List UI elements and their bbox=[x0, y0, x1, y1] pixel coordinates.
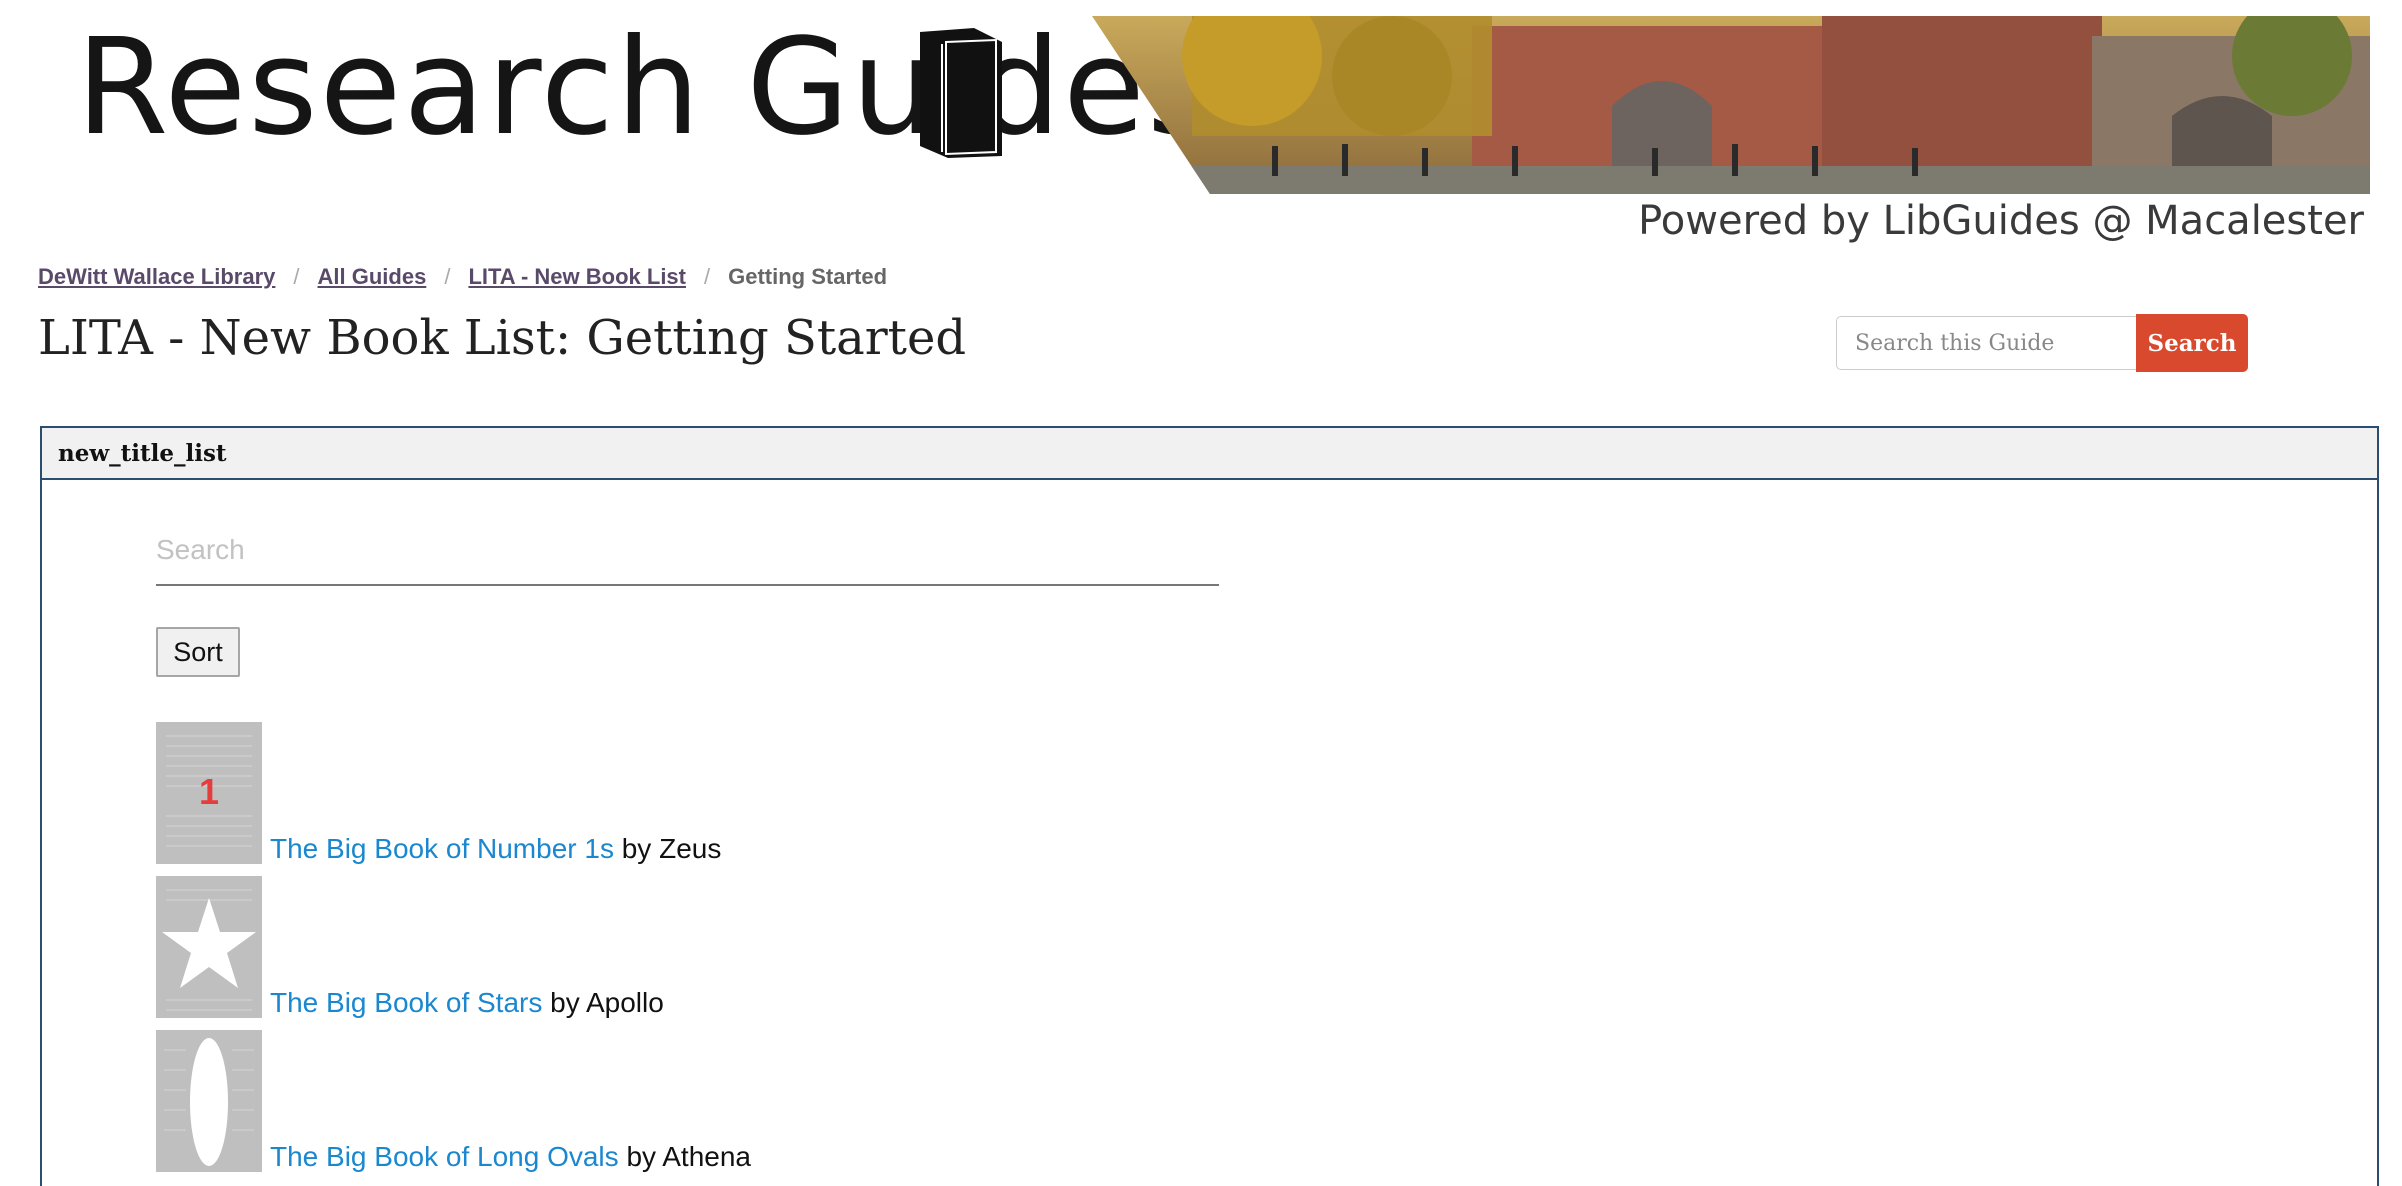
star-icon bbox=[156, 876, 262, 1018]
guide-search-form: Search bbox=[1836, 314, 2248, 372]
book-author: Apollo bbox=[585, 987, 664, 1018]
cover-number: 1 bbox=[199, 771, 219, 812]
breadcrumb: DeWitt Wallace Library / All Guides / LI… bbox=[38, 264, 887, 290]
book-title-link[interactable]: The Big Book of Number 1s bbox=[270, 833, 614, 864]
book-cover[interactable] bbox=[156, 876, 262, 1018]
book-text: The Big Book of Stars by Apollo bbox=[270, 989, 664, 1018]
book-author: Athena bbox=[662, 1141, 751, 1172]
book-text: The Big Book of Number 1s by Zeus bbox=[270, 835, 721, 864]
book-by-label: by bbox=[621, 833, 652, 864]
book-logo-icon bbox=[920, 28, 1002, 158]
number-1-icon: 1 bbox=[156, 722, 262, 864]
book-list: 1 The Big Book of Number 1s by Zeus The … bbox=[156, 710, 751, 1172]
book-title-link[interactable]: The Big Book of Long Ovals bbox=[270, 1141, 619, 1172]
breadcrumb-all-guides[interactable]: All Guides bbox=[318, 264, 427, 290]
list-search-input[interactable] bbox=[156, 516, 1219, 586]
guide-search-input[interactable] bbox=[1836, 316, 2136, 370]
book-by-label: by bbox=[626, 1141, 657, 1172]
breadcrumb-separator: / bbox=[444, 264, 451, 289]
book-cover[interactable] bbox=[156, 1030, 262, 1172]
list-item: The Big Book of Long Ovals by Athena bbox=[156, 1018, 751, 1172]
book-by-label: by bbox=[550, 987, 580, 1018]
site-banner: Research Guides Powered by LibGuides @ M… bbox=[0, 0, 2402, 250]
guide-search-button[interactable]: Search bbox=[2136, 314, 2248, 372]
breadcrumb-separator: / bbox=[293, 264, 300, 289]
book-title-link[interactable]: The Big Book of Stars bbox=[270, 987, 542, 1018]
breadcrumb-library[interactable]: DeWitt Wallace Library bbox=[38, 264, 275, 290]
panel-heading: new_title_list bbox=[42, 428, 2377, 480]
breadcrumb-guide[interactable]: LITA - New Book List bbox=[468, 264, 686, 290]
book-cover[interactable]: 1 bbox=[156, 722, 262, 864]
sort-button[interactable]: Sort bbox=[156, 627, 240, 677]
oval-icon bbox=[156, 1030, 262, 1172]
book-author: Zeus bbox=[659, 833, 722, 864]
list-item: The Big Book of Stars by Apollo bbox=[156, 864, 751, 1018]
powered-by-text: Powered by LibGuides @ Macalester bbox=[1638, 198, 2364, 244]
breadcrumb-current: Getting Started bbox=[728, 264, 888, 289]
page-title: LITA - New Book List: Getting Started bbox=[38, 310, 967, 366]
list-item: 1 The Big Book of Number 1s by Zeus bbox=[156, 710, 751, 864]
breadcrumb-separator: / bbox=[704, 264, 711, 289]
new-title-list-panel: new_title_list Sort 1 bbox=[40, 426, 2379, 1186]
campus-photo bbox=[1092, 16, 2370, 194]
site-logo-text[interactable]: Research Guides bbox=[76, 22, 1218, 155]
